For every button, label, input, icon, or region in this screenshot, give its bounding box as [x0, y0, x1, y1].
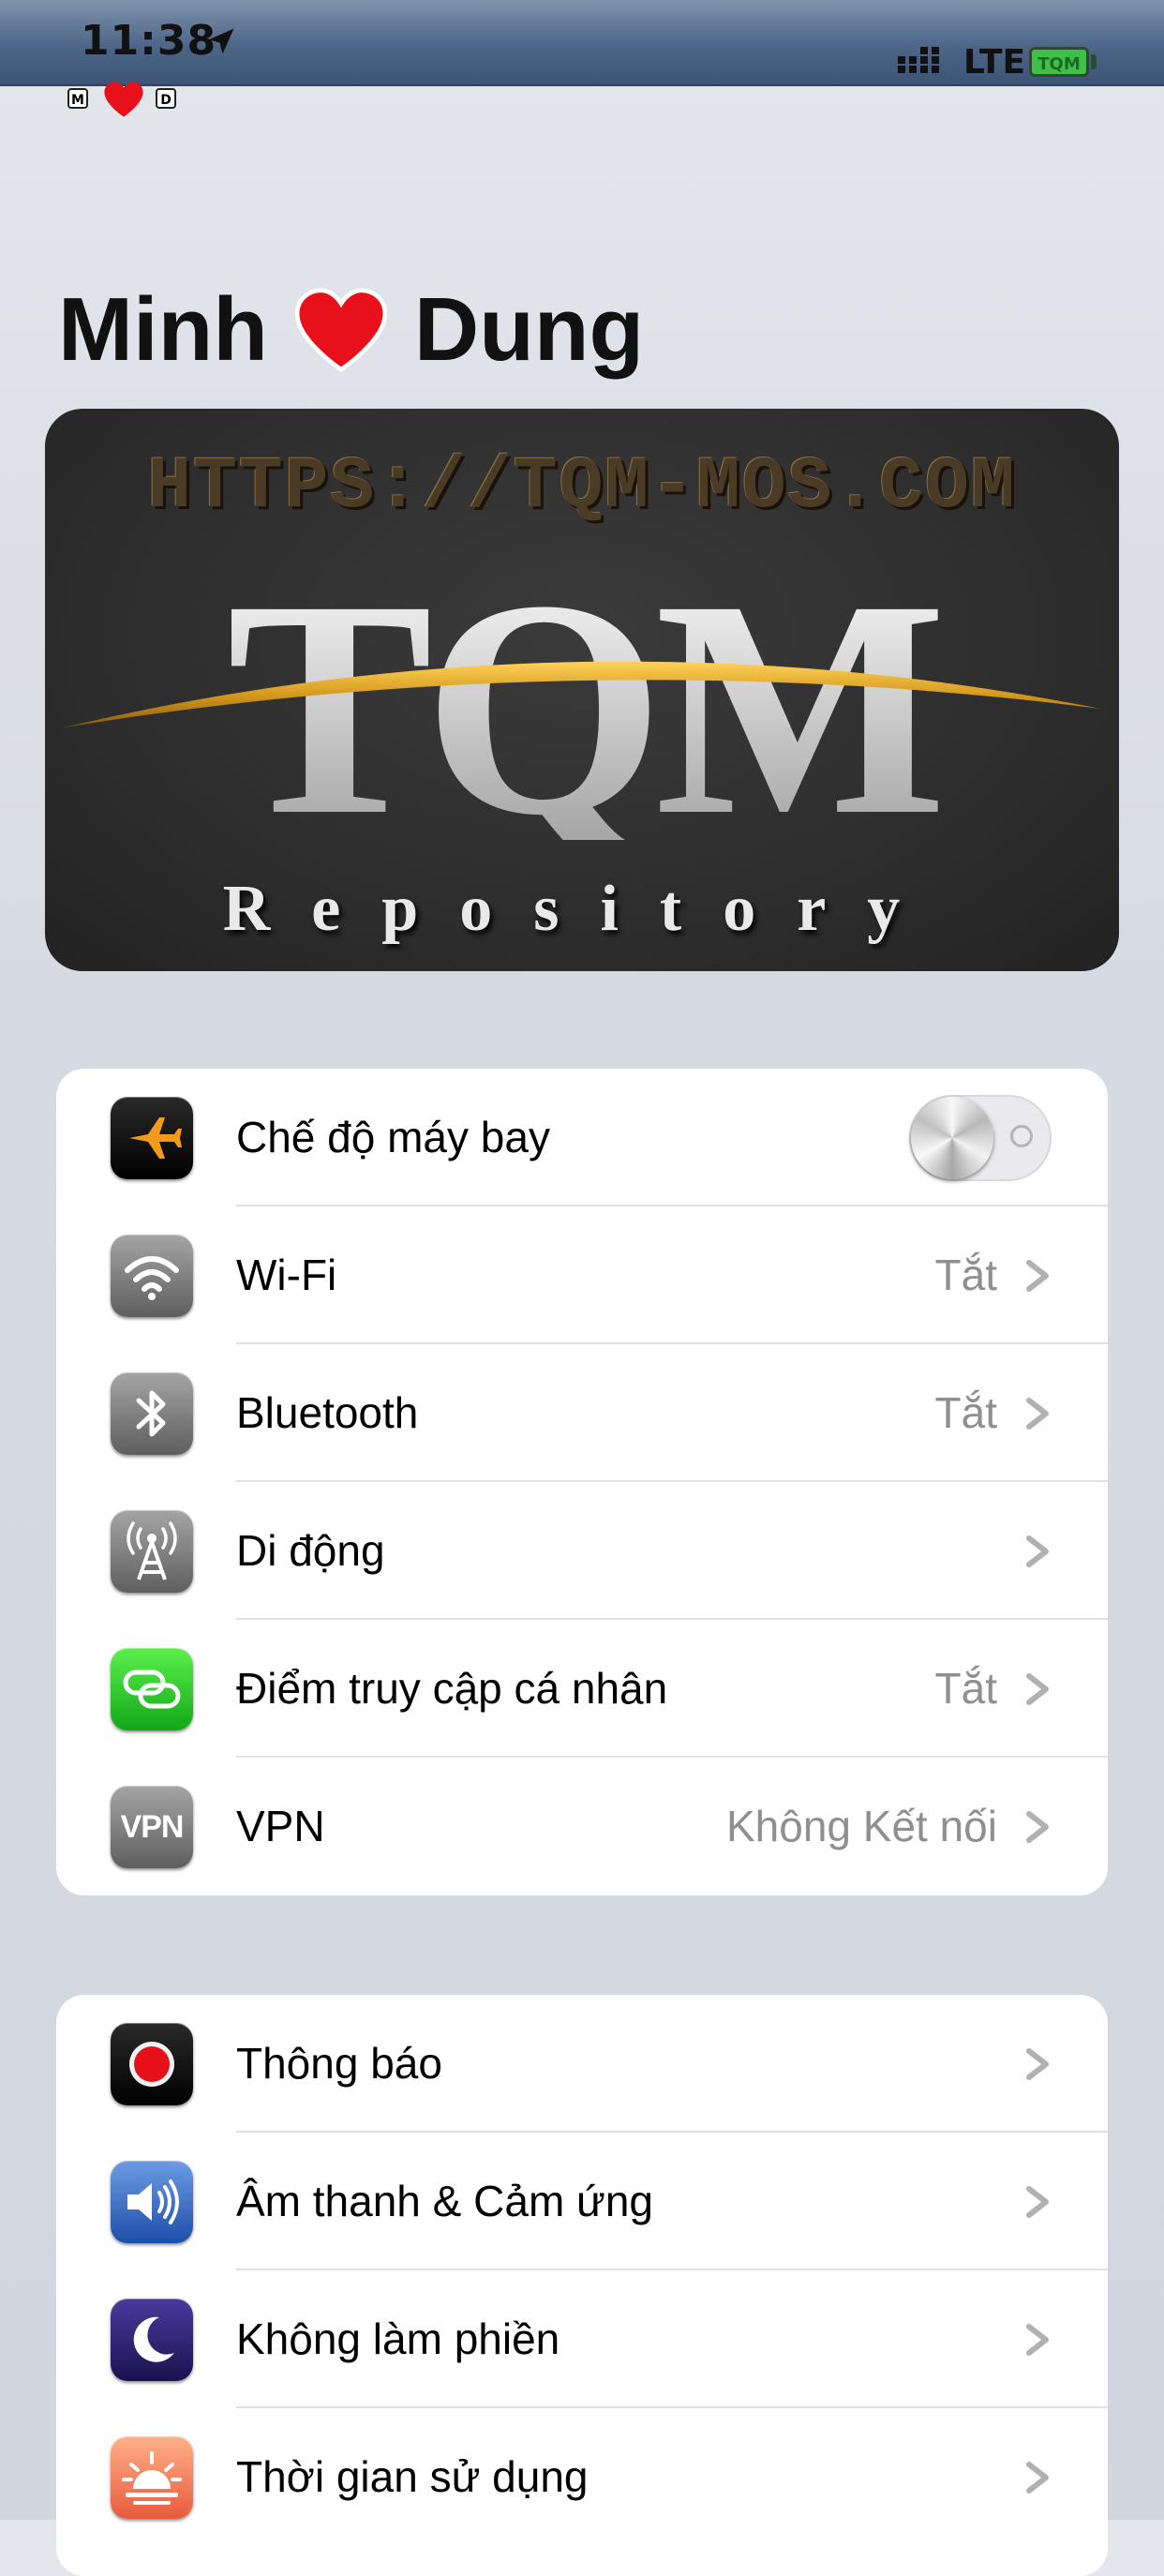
- settings-row-screen-time[interactable]: Thời gian sử dụng: [56, 2408, 1108, 2546]
- hotspot-icon: [111, 1648, 193, 1730]
- settings-row-personal-hotspot[interactable]: Điểm truy cập cá nhân Tắt: [56, 1620, 1108, 1758]
- chevron-right-icon: [1026, 2048, 1049, 2080]
- toggle-knob: [911, 1097, 993, 1179]
- vpn-icon: VPN: [111, 1786, 193, 1868]
- moon-icon: [111, 2299, 193, 2381]
- settings-row-vpn[interactable]: VPN VPN Không Kết nối: [56, 1758, 1108, 1895]
- settings-row-cellular[interactable]: Di động: [56, 1482, 1108, 1620]
- row-value: Không Kết nối: [725, 1802, 997, 1850]
- row-label: Di động: [236, 1526, 385, 1575]
- battery-tip: [1091, 54, 1097, 69]
- airplane-mode-toggle[interactable]: [909, 1095, 1052, 1181]
- settings-row-airplane-mode[interactable]: Chế độ máy bay: [56, 1069, 1108, 1206]
- settings-row-bluetooth[interactable]: Bluetooth Tắt: [56, 1344, 1108, 1482]
- airplane-icon: [111, 1097, 193, 1179]
- sound-icon: [111, 2161, 193, 2243]
- page-title: Minh Dung: [58, 274, 644, 386]
- chevron-right-icon: [1026, 1535, 1049, 1567]
- row-label: Không làm phiền: [236, 2314, 560, 2363]
- banner-subtitle: Repository: [222, 873, 942, 945]
- row-label: Thông báo: [236, 2039, 442, 2088]
- row-label: Điểm truy cập cá nhân: [236, 1664, 668, 1713]
- row-label: VPN: [236, 1802, 325, 1850]
- network-type: LTE: [963, 43, 1026, 82]
- screen-time-icon: [111, 2436, 193, 2519]
- chevron-right-icon: [1026, 2186, 1049, 2218]
- signal-strength-icon: [898, 47, 939, 73]
- row-label: Thời gian sử dụng: [236, 2452, 589, 2501]
- banner-url: HTTPS://TQM-MOS.COM: [147, 446, 1017, 529]
- row-value: Tắt: [934, 1251, 997, 1299]
- settings-row-sounds[interactable]: Âm thanh & Cảm ứng: [56, 2133, 1108, 2270]
- chevron-right-icon: [1026, 1260, 1049, 1292]
- battery-label: TQM: [1037, 54, 1081, 74]
- heart-icon: [294, 288, 388, 373]
- heart-icon: [104, 82, 143, 117]
- wifi-icon: [111, 1235, 193, 1317]
- settings-row-notifications[interactable]: Thông báo: [56, 1995, 1108, 2133]
- row-label: Chế độ máy bay: [236, 1113, 550, 1161]
- badge-m: M: [67, 88, 88, 109]
- row-label: Bluetooth: [236, 1388, 419, 1437]
- chevron-right-icon: [1026, 2324, 1049, 2356]
- row-label: Âm thanh & Cảm ứng: [236, 2177, 653, 2225]
- battery-icon: TQM: [1029, 47, 1089, 77]
- chevron-right-icon: [1026, 2462, 1049, 2494]
- chevron-right-icon: [1026, 1811, 1049, 1843]
- settings-group-connectivity: Chế độ máy bay Wi-Fi Tắt Bluetooth Tắt D…: [56, 1069, 1108, 1895]
- row-label: Wi-Fi: [236, 1251, 337, 1299]
- tqm-repository-banner[interactable]: HTTPS://TQM-MOS.COM TQM Repository: [45, 409, 1119, 971]
- chevron-right-icon: [1026, 1398, 1049, 1430]
- settings-group-notifications: Thông báo Âm thanh & Cảm ứng Không làm p…: [56, 1995, 1108, 2576]
- cellular-icon: [111, 1510, 193, 1593]
- vpn-icon-text: VPN: [120, 1808, 185, 1845]
- badge-d: D: [156, 88, 176, 109]
- status-time: 11:38: [81, 17, 217, 65]
- row-value: Tắt: [934, 1664, 997, 1713]
- settings-row-wifi[interactable]: Wi-Fi Tắt: [56, 1206, 1108, 1344]
- title-name-left: Minh: [58, 279, 268, 380]
- row-value: Tắt: [934, 1388, 997, 1437]
- notifications-icon: [111, 2023, 193, 2105]
- tqm-logo: TQM: [64, 537, 1100, 840]
- toggle-off-indicator: [1010, 1125, 1033, 1147]
- location-arrow-icon: [208, 28, 234, 54]
- bluetooth-icon: [111, 1372, 193, 1455]
- status-bar: 11:38 LTE TQM: [0, 0, 1164, 86]
- title-name-right: Dung: [413, 279, 645, 380]
- chevron-right-icon: [1026, 1673, 1049, 1705]
- settings-row-do-not-disturb[interactable]: Không làm phiền: [56, 2270, 1108, 2408]
